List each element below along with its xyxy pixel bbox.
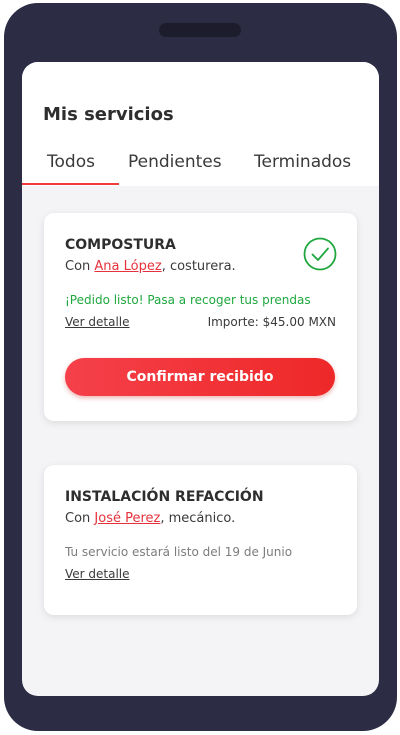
service-status: Tu servicio estará listo del 19 de Junio: [65, 545, 293, 559]
provider-link[interactable]: José Perez: [94, 511, 160, 526]
tab-pendientes[interactable]: Pendientes: [128, 152, 222, 172]
service-provider-line: Con Ana López, costurera.: [65, 259, 236, 274]
app-screen: Mis servicios Todos Pendientes Terminado…: [22, 62, 379, 696]
view-detail-link[interactable]: Ver detalle: [65, 315, 130, 329]
provider-role: , mecánico.: [160, 511, 236, 526]
tab-todos[interactable]: Todos: [47, 152, 95, 172]
active-tab-indicator: [22, 183, 119, 185]
provider-link[interactable]: Ana López: [94, 259, 161, 274]
check-circle-icon: [303, 237, 337, 271]
confirm-received-button[interactable]: Confirmar recibido: [65, 358, 335, 396]
view-detail-link[interactable]: Ver detalle: [65, 567, 130, 581]
service-title: COMPOSTURA: [65, 237, 176, 253]
service-card-compostura: COMPOSTURA Con Ana López, costurera. ¡Pe…: [44, 213, 357, 421]
service-title: INSTALACIÓN REFACCIÓN: [65, 489, 264, 505]
provider-prefix: Con: [65, 259, 95, 274]
provider-role: , costurera.: [161, 259, 236, 274]
service-card-instalacion: INSTALACIÓN REFACCIÓN Con José Perez, me…: [44, 465, 357, 615]
tab-terminados[interactable]: Terminados: [254, 152, 351, 172]
provider-prefix: Con: [65, 511, 95, 526]
page-title: Mis servicios: [43, 104, 174, 125]
phone-speaker: [159, 23, 241, 37]
service-status: ¡Pedido listo! Pasa a recoger tus prenda…: [65, 293, 311, 307]
top-bar: Mis servicios Todos Pendientes Terminado…: [22, 62, 379, 186]
service-provider-line: Con José Perez, mecánico.: [65, 511, 235, 526]
phone-frame: Mis servicios Todos Pendientes Terminado…: [4, 3, 397, 731]
service-amount: Importe: $45.00 MXN: [207, 315, 336, 329]
